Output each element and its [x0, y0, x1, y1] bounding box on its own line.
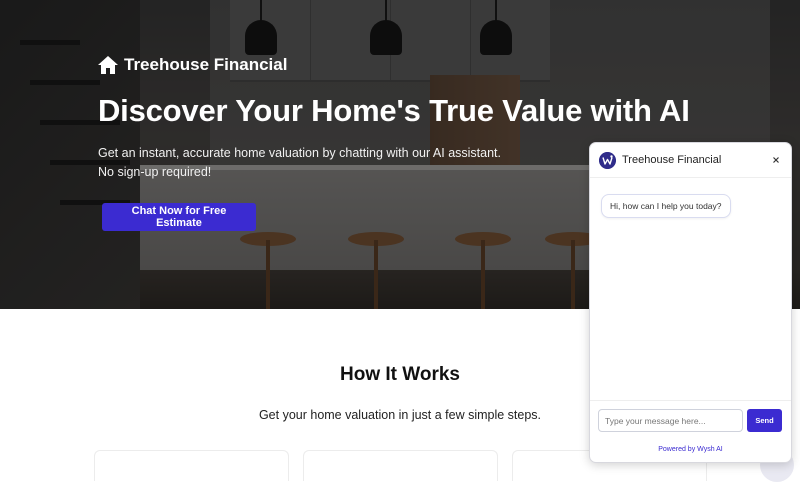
home-icon — [98, 56, 118, 74]
step-card — [303, 450, 498, 481]
send-button[interactable]: Send — [747, 409, 782, 432]
chat-header: Treehouse Financial — [590, 143, 791, 178]
hero-subtitle-line1: Get an instant, accurate home valuation … — [98, 146, 502, 160]
hero-subtitle-line2: No sign-up required! — [98, 165, 212, 179]
chat-widget: Treehouse Financial Hi, how can I help y… — [589, 142, 792, 463]
brand-name: Treehouse Financial — [124, 55, 288, 74]
hero-subtitle: Get an instant, accurate home valuation … — [98, 144, 501, 182]
chat-title: Treehouse Financial — [622, 154, 722, 166]
brand-logo[interactable]: Treehouse Financial — [98, 55, 287, 75]
bot-greeting-message: Hi, how can I help you today? — [601, 194, 731, 218]
close-icon[interactable] — [770, 154, 782, 166]
chat-composer: Send — [590, 400, 791, 441]
chat-now-button[interactable]: Chat Now for Free Estimate — [102, 203, 256, 231]
hero-title: Discover Your Home's True Value with AI — [98, 93, 690, 128]
chat-message-input[interactable] — [598, 409, 743, 432]
powered-by-link[interactable]: Powered by Wysh AI — [590, 446, 791, 453]
wysh-logo-icon — [599, 152, 616, 169]
step-card — [94, 450, 289, 481]
